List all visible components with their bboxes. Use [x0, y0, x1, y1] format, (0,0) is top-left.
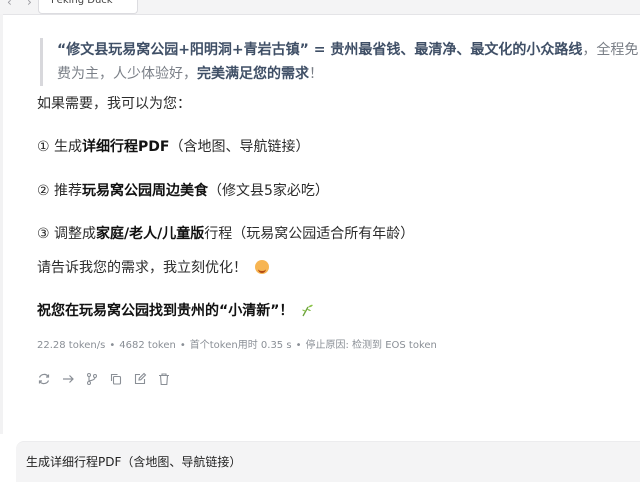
- option-family: ③ 调整成家庭/老人/儿童版行程（玩易窝公园适合所有年龄）: [37, 224, 414, 244]
- blessing-text: 祝您在玩易窝公园找到贵州的“小清新”！: [37, 301, 315, 321]
- option-bold: 详细行程PDF: [82, 139, 170, 155]
- blessing-label: 祝您在玩易窝公园找到贵州的“小清新”！: [37, 303, 294, 319]
- forward-arrow-icon[interactable]: ›: [27, 0, 32, 9]
- generation-stats: 22.28 token/s • 4682 token • 首个token用时 0.35 …: [37, 340, 437, 351]
- left-rail: [0, 14, 3, 434]
- option-pre: 调整成: [54, 226, 97, 242]
- option-pre: 生成: [54, 139, 83, 155]
- edit-icon[interactable]: [133, 372, 147, 386]
- option-bold: 玩易窝公园周边美食: [82, 183, 209, 199]
- tab-more-icon[interactable]: ···: [115, 0, 126, 6]
- token-count: 4682 token: [119, 340, 176, 351]
- option-post: 行程（玩易窝公园适合所有年龄）: [204, 226, 415, 242]
- intro-text: 如果需要，我可以为您：: [37, 96, 191, 112]
- option-number: ②: [37, 183, 50, 199]
- option-number: ①: [37, 139, 50, 155]
- ask-text: 请告诉我您的需求，我立刻优化！: [37, 258, 269, 278]
- option-post: （含地图、导航链接）: [169, 139, 310, 155]
- branch-icon[interactable]: [85, 372, 99, 386]
- smile-emoji-icon: [255, 260, 269, 274]
- chat-page: ‹ › Peking Duck ··· “修文县玩易窝公园+阳明洞+青岩古镇” …: [0, 0, 640, 482]
- copy-icon[interactable]: [109, 372, 123, 386]
- quote-highlight-route: “修文县玩易窝公园+阳明洞+青岩古镇” = 贵州最省钱、最清净、最文化的小众路线: [57, 42, 583, 58]
- back-arrow-icon[interactable]: ‹: [7, 0, 12, 9]
- option-food: ② 推荐玩易窝公园周边美食（修文县5家必吃）: [37, 181, 329, 201]
- option-post: （修文县5家必吃）: [208, 183, 329, 199]
- first-token-time: 首个token用时 0.35 s: [189, 340, 292, 351]
- option-pdf: ① 生成详细行程PDF（含地图、导航链接）: [37, 137, 309, 157]
- token-speed: 22.28 token/s: [37, 340, 106, 351]
- message-input[interactable]: 生成详细行程PDF（含地图、导航链接）: [26, 453, 241, 470]
- tab-strip: ‹ › Peking Duck ···: [0, 0, 640, 15]
- option-bold: 家庭/老人/儿童版: [96, 226, 205, 242]
- delete-icon[interactable]: [157, 372, 171, 386]
- option-pre: 推荐: [54, 183, 83, 199]
- forward-icon[interactable]: [61, 372, 75, 386]
- tab-title: Peking Duck: [51, 0, 113, 6]
- ask-label: 请告诉我您的需求，我立刻优化！: [37, 260, 247, 276]
- quote-highlight-need: 完美满足您的需求: [197, 66, 309, 82]
- option-number: ③: [37, 226, 50, 242]
- refresh-icon[interactable]: [37, 372, 51, 386]
- quote-end: ！: [309, 66, 323, 82]
- message-input-bar[interactable]: 生成详细行程PDF（含地图、导航链接）: [16, 441, 640, 482]
- tab-peking-duck[interactable]: Peking Duck ···: [38, 0, 138, 14]
- summary-quote: “修文县玩易窝公园+阳明洞+青岩古镇” = 贵州最省钱、最清净、最文化的小众路线…: [40, 38, 640, 86]
- herb-emoji-icon: [301, 303, 315, 317]
- stop-reason: 停止原因: 检测到 EOS token: [305, 340, 437, 351]
